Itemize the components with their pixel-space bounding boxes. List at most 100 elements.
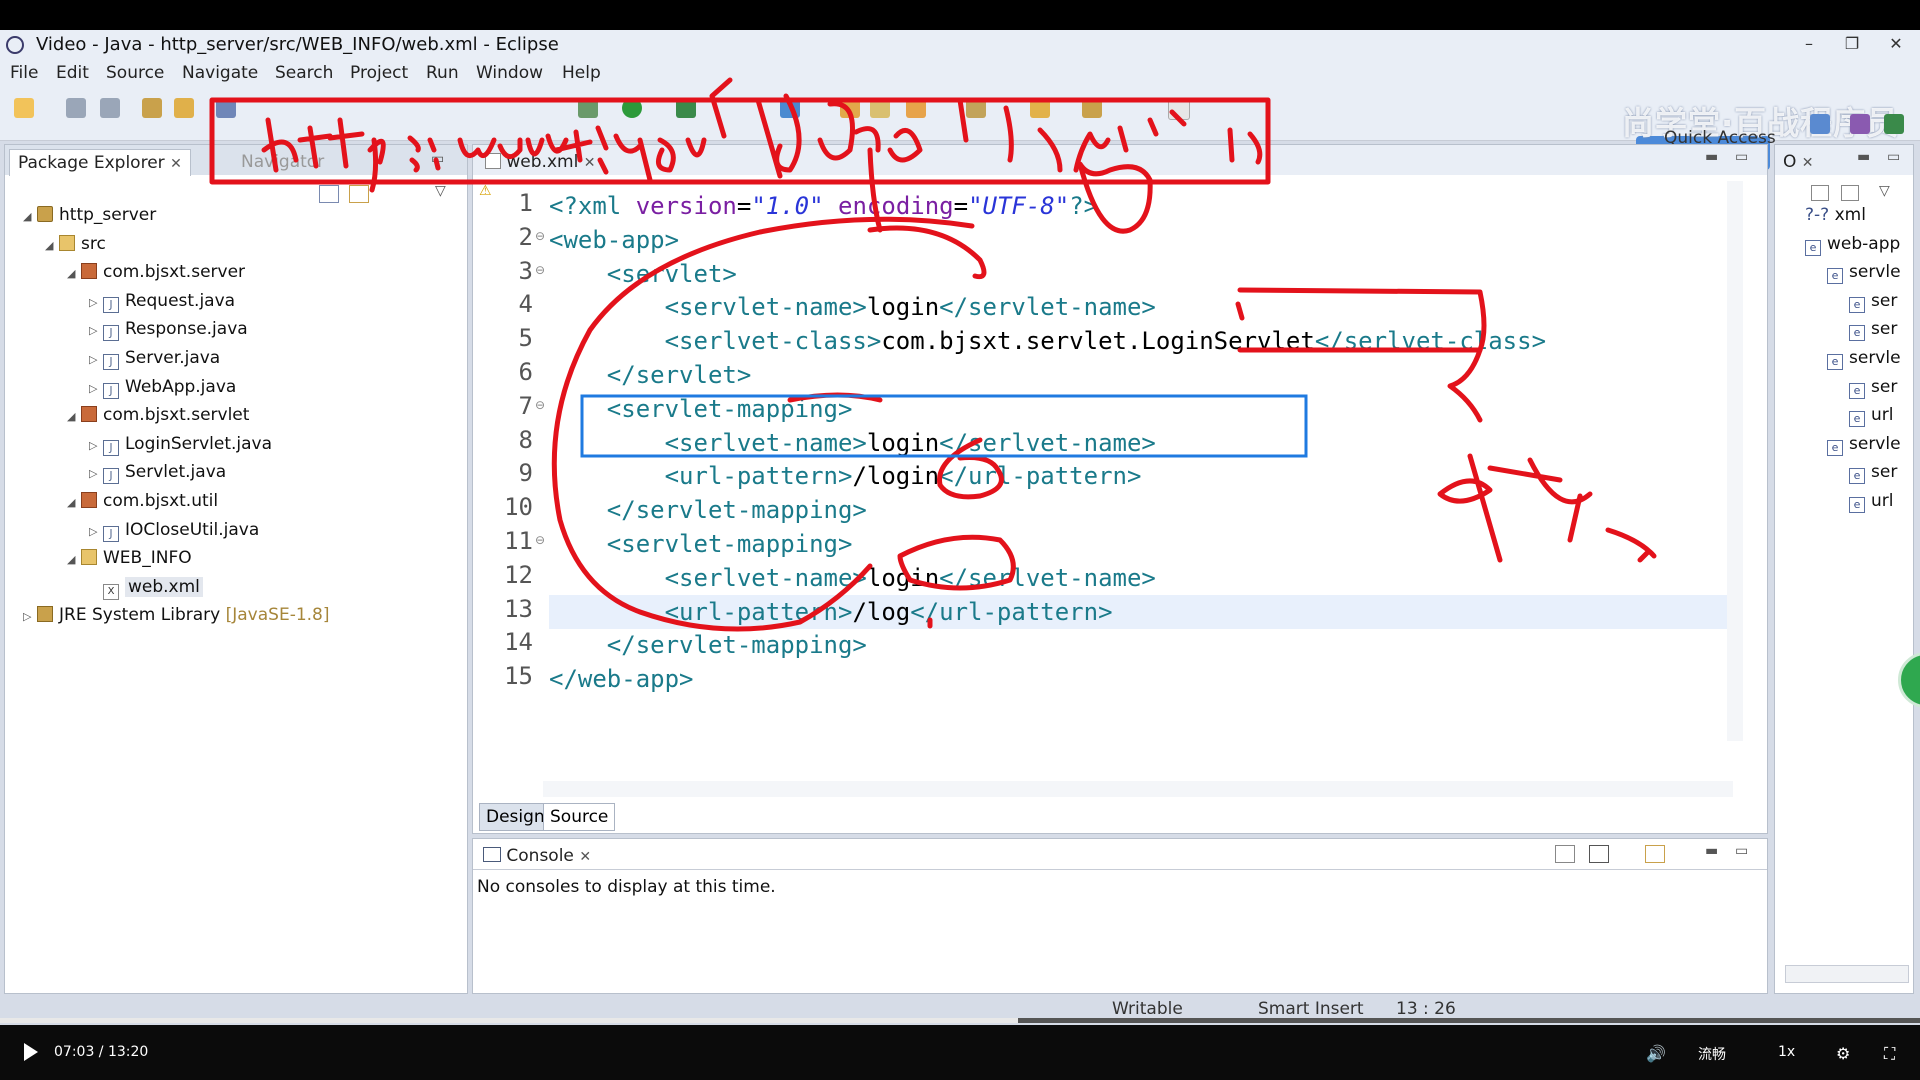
fold-toggle-icon[interactable]: ⊖: [535, 263, 545, 277]
build-icon[interactable]: [142, 98, 162, 118]
tree-item[interactable]: ▷ JRE System Library [JavaSE-1.8]: [23, 601, 330, 629]
java-ee-perspective-icon[interactable]: [1850, 114, 1870, 134]
code-line[interactable]: <serlvet-name>login</serlvet-name>: [549, 426, 1156, 460]
minimize-view-icon[interactable]: ▭: [431, 151, 444, 167]
tree-item[interactable]: ▷ J IOCloseUtil.java: [89, 516, 259, 544]
menu-run[interactable]: Run: [426, 63, 459, 83]
tree-item[interactable]: ▷ J Request.java: [89, 287, 235, 315]
tab-web-xml[interactable]: web.xml ✕: [485, 149, 595, 175]
outline-item[interactable]: e servle: [1827, 344, 1901, 372]
outline-item[interactable]: e servle: [1827, 430, 1901, 458]
save-icon[interactable]: [66, 98, 86, 118]
tree-item[interactable]: ◢ src: [45, 230, 106, 258]
settings-icon[interactable]: ⚙: [1836, 1044, 1850, 1063]
quality-button[interactable]: 流畅: [1698, 1044, 1726, 1064]
outline-item[interactable]: e ser: [1849, 315, 1897, 343]
tab-console[interactable]: Console ✕: [483, 843, 591, 869]
menu-navigate[interactable]: Navigate: [182, 63, 258, 83]
view-menu-icon[interactable]: ▽: [435, 183, 446, 199]
save-all-icon[interactable]: [100, 98, 120, 118]
code-line[interactable]: <servlet>: [549, 257, 737, 291]
menu-search[interactable]: Search: [275, 63, 333, 83]
next-annotation-icon[interactable]: [966, 98, 986, 118]
expand-arrow-icon[interactable]: ▷: [89, 375, 103, 403]
volume-icon[interactable]: 🔊: [1646, 1044, 1666, 1063]
close-icon[interactable]: ✕: [1802, 155, 1814, 171]
display-console-icon[interactable]: [1589, 845, 1609, 863]
close-icon[interactable]: ✕: [584, 155, 596, 171]
view-menu-icon[interactable]: ▽: [1879, 183, 1890, 199]
outline-item[interactable]: e web-app: [1805, 230, 1900, 258]
expand-arrow-icon[interactable]: ▷: [89, 432, 103, 460]
code-line[interactable]: <servlet-name>login</servlet-name>: [549, 290, 1156, 324]
pin-icon[interactable]: [216, 98, 236, 118]
collapse-arrow-icon[interactable]: ◢: [23, 203, 37, 231]
debug-icon[interactable]: [578, 98, 598, 118]
tree-item[interactable]: ◢ WEB_INFO: [67, 544, 192, 572]
tree-item[interactable]: ▷ J LoginServlet.java: [89, 430, 272, 458]
code-line[interactable]: <serlvet-class>com.bjsxt.servlet.LoginSe…: [549, 324, 1546, 358]
open-console-icon[interactable]: [1645, 845, 1665, 863]
tab-package-explorer[interactable]: Package Explorer ✕: [9, 149, 191, 176]
maximize-outline-icon[interactable]: ▭: [1887, 149, 1900, 165]
expand-arrow-icon[interactable]: ▷: [89, 346, 103, 374]
expand-arrow-icon[interactable]: ▷: [89, 460, 103, 488]
collapse-arrow-icon[interactable]: ◢: [45, 232, 59, 260]
menu-project[interactable]: Project: [350, 63, 408, 83]
tree-item[interactable]: ▷ J Response.java: [89, 315, 248, 343]
maximize-editor-icon[interactable]: ▭: [1735, 149, 1748, 165]
minimize-editor-icon[interactable]: ▬: [1705, 149, 1718, 165]
outline-item[interactable]: e ser: [1849, 287, 1897, 315]
refresh-icon[interactable]: [174, 98, 194, 118]
outline-item[interactable]: e ser: [1849, 373, 1897, 401]
sort-icon[interactable]: [1811, 185, 1829, 201]
play-icon[interactable]: [24, 1043, 38, 1061]
menu-edit[interactable]: Edit: [56, 63, 89, 83]
code-line[interactable]: <web-app>: [549, 223, 679, 257]
coverage-icon[interactable]: [676, 98, 696, 118]
expand-arrow-icon[interactable]: ▷: [89, 317, 103, 345]
forward-icon[interactable]: [1168, 98, 1190, 120]
tab-outline[interactable]: O ✕: [1783, 149, 1814, 175]
fold-toggle-icon[interactable]: ⊖: [535, 533, 545, 547]
maximize-console-icon[interactable]: ▭: [1735, 843, 1748, 859]
outline-item[interactable]: e url: [1849, 487, 1894, 515]
video-progress-bar[interactable]: [0, 1018, 1920, 1023]
menu-window[interactable]: Window: [476, 63, 543, 83]
tree-item[interactable]: ▷ J Servlet.java: [89, 458, 226, 486]
tab-navigator[interactable]: Navigator: [241, 149, 324, 175]
maximize-button[interactable]: ❐: [1838, 32, 1866, 56]
fullscreen-icon[interactable]: ⛶: [1884, 1044, 1895, 1064]
outline-item[interactable]: e ser: [1849, 458, 1897, 486]
outline-item[interactable]: e servle: [1827, 258, 1901, 286]
close-icon[interactable]: ✕: [170, 156, 182, 172]
tree-item[interactable]: ◢ http_server: [23, 201, 156, 229]
outline-item[interactable]: e url: [1849, 401, 1894, 429]
outline-scrollbar[interactable]: [1785, 965, 1909, 983]
outline-item[interactable]: ?-? xml: [1805, 201, 1866, 229]
pin-console-icon[interactable]: [1555, 845, 1575, 863]
fold-toggle-icon[interactable]: ⊖: [535, 398, 545, 412]
minimize-console-icon[interactable]: ▬: [1705, 843, 1718, 859]
tree-item[interactable]: ◢ com.bjsxt.server: [67, 258, 245, 286]
speed-button[interactable]: 1x: [1778, 1044, 1795, 1060]
open-type-icon[interactable]: [840, 98, 860, 118]
code-line[interactable]: <?xml version="1.0" encoding="UTF-8"?>: [549, 189, 1098, 223]
code-line[interactable]: <url-pattern>/log</url-pattern>: [549, 595, 1113, 629]
tab-source[interactable]: Source: [543, 803, 616, 831]
tree-item[interactable]: ◢ com.bjsxt.servlet: [67, 401, 249, 429]
tree-item[interactable]: ◢ com.bjsxt.util: [67, 487, 218, 515]
minimize-outline-icon[interactable]: ▬: [1857, 149, 1870, 165]
last-edit-icon[interactable]: [1030, 98, 1050, 118]
code-line[interactable]: <serlvet-name>login</serlvet-name>: [549, 561, 1156, 595]
new-icon[interactable]: [14, 98, 34, 118]
code-line[interactable]: </web-app>: [549, 662, 694, 696]
run-icon[interactable]: [622, 98, 642, 118]
search-icon[interactable]: [906, 98, 926, 118]
code-line[interactable]: </servlet>: [549, 358, 752, 392]
debug-perspective-icon[interactable]: [1884, 114, 1904, 134]
code-line[interactable]: <servlet-mapping>: [549, 392, 853, 426]
close-button[interactable]: ✕: [1882, 32, 1910, 56]
link-editor-icon[interactable]: [349, 185, 369, 203]
open-perspective-icon[interactable]: [1810, 114, 1830, 134]
